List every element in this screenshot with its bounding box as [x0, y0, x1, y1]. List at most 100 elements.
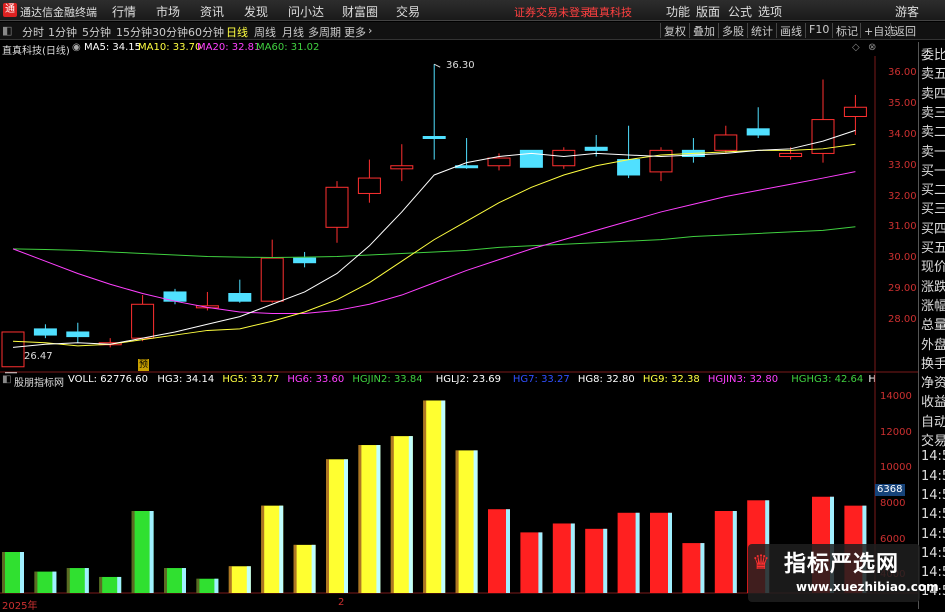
volume-bar-shade: [261, 505, 265, 593]
price-axis-label: 31.00: [888, 221, 917, 233]
price-axis-label: 33.00: [888, 159, 917, 171]
quote-panel-label: 净资: [921, 376, 945, 392]
volume-bar-edge: [279, 505, 284, 593]
candle-body: [779, 152, 803, 158]
volume-bar-edge: [84, 568, 89, 593]
candle-body: [487, 157, 511, 167]
volume-bar-edge: [473, 450, 478, 593]
date-year-label: 2025年: [2, 601, 38, 612]
quote-panel-label: 买二: [921, 183, 945, 199]
quote-panel-label: 14:5: [921, 468, 945, 484]
quote-panel-label: 14:5: [921, 449, 945, 465]
candle-body: [552, 149, 576, 167]
volume-bar-shade: [293, 544, 297, 593]
quote-panel-label: 卖一: [921, 144, 945, 160]
candle-body: [617, 159, 641, 176]
quote-panel-label: 换手: [921, 356, 945, 372]
quote-panel-label: 卖二: [921, 125, 945, 141]
price-axis-label: 29.00: [888, 282, 917, 294]
quote-panel-label: 外盘: [921, 337, 945, 353]
candle-body: [131, 303, 155, 339]
volume-bar-shade: [2, 552, 5, 593]
volume-bar-shade: [423, 400, 427, 593]
crown-icon: ♛: [752, 550, 770, 574]
candle-body: [843, 106, 867, 117]
watermark-logo: ♛ 指标严选网 www.xuezhibiao.com: [748, 544, 939, 602]
high-flag-pointer: [433, 63, 441, 68]
candle-body: [66, 331, 90, 338]
volume-bar-edge: [311, 544, 316, 593]
volume-bar-shade: [99, 576, 103, 593]
volume-bar-edge: [570, 523, 575, 593]
price-axis-label: 35.00: [888, 98, 917, 110]
volume-bar-edge: [635, 512, 640, 593]
candle-body: [1, 331, 25, 368]
quote-panel-label: 卖五: [921, 67, 945, 83]
candle-body: [746, 128, 770, 136]
volume-axis-label: 14000: [880, 390, 912, 402]
candle-body: [649, 149, 673, 173]
volume-bar-shade: [34, 571, 38, 593]
quote-panel-label: 14:5: [921, 507, 945, 523]
volume-bar-edge: [117, 576, 122, 593]
volume-bar-shade: [390, 436, 394, 593]
quote-panel-label: 交易: [921, 434, 945, 449]
candle-body: [33, 328, 57, 336]
candle-body: [714, 134, 738, 151]
quote-panel-label: 卖四: [921, 86, 945, 102]
quote-panel-label: 卖三: [921, 105, 945, 121]
quote-panel-label: 买一: [921, 163, 945, 179]
volume-bar-edge: [344, 459, 348, 593]
volume-axis-label: 12000: [880, 426, 912, 438]
quote-panel-label: 收益: [921, 395, 945, 411]
candle-body: [293, 257, 317, 264]
volume-bar-edge: [506, 509, 510, 593]
volume-bar-edge: [538, 532, 543, 593]
volume-bar-edge: [668, 512, 672, 593]
candle-body: [422, 136, 446, 139]
quote-panel-label: 买五: [921, 241, 945, 256]
quote-panel-label: 涨幅: [921, 298, 945, 314]
volume-bar-shade: [358, 445, 362, 593]
candle-body: [228, 293, 252, 302]
volume-bar-edge: [732, 511, 737, 593]
volume-bar-shade: [131, 511, 135, 593]
quote-panel-label: 买三: [921, 202, 945, 218]
volume-axis-label: 6000: [880, 533, 906, 545]
quote-panel-label: 总量: [921, 318, 945, 334]
quote-panel-label: 14:5: [921, 565, 945, 581]
quote-panel-label: 14:5: [921, 487, 945, 503]
forecast-marker[interactable]: 预: [138, 359, 149, 371]
watermark-title: 指标严选网: [784, 552, 900, 577]
volume-bar-shade: [164, 568, 167, 593]
price-axis-label: 28.00: [888, 313, 917, 325]
ma20-line: [12, 171, 856, 315]
price-axis-label: 34.00: [888, 128, 917, 140]
price-axis-label: 32.00: [888, 190, 917, 202]
volume-bar-shade: [326, 459, 329, 593]
volume-bar-shade: [228, 566, 232, 593]
volume-bar-edge: [246, 566, 251, 593]
volume-bar-shade: [66, 568, 70, 593]
candle-body: [390, 165, 414, 170]
quote-panel-label: 买四: [921, 221, 945, 237]
volume-bar-edge: [700, 543, 705, 593]
volume-bar-edge: [20, 552, 24, 593]
volume-bar-edge: [408, 436, 413, 593]
ma60-line: [12, 226, 856, 258]
price-axis-label: 30.00: [888, 252, 917, 264]
volume-bar-edge: [149, 511, 154, 593]
candle-body: [584, 146, 608, 151]
candle-body: [325, 186, 349, 228]
volume-bar-edge: [441, 400, 446, 593]
watermark-url: www.xuezhibiao.com: [796, 580, 939, 594]
candle-body: [260, 257, 284, 302]
kline-chart[interactable]: [0, 0, 918, 609]
volume-axis-label: 8000: [880, 497, 906, 509]
volume-bar-shade: [196, 578, 200, 593]
volume-bar-edge: [603, 528, 608, 593]
quote-panel: 委比 卖五 卖四 卖三 卖二 卖一 买一 买二 买三 买四 买五 现价 涨跌 涨幅 总量 外盘 换手 净资 收益 自动…: [918, 42, 945, 609]
volume-bar-edge: [214, 578, 219, 593]
volume-bar-shade: [455, 450, 459, 593]
quote-panel-label: 14:5: [921, 526, 945, 542]
